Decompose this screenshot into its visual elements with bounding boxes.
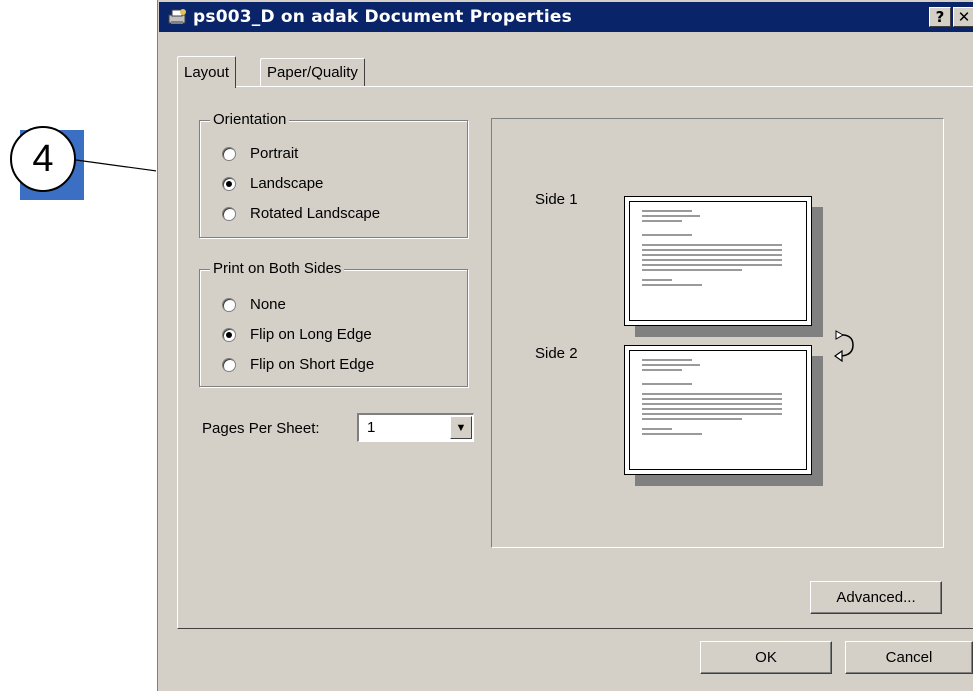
close-button[interactable]: ✕ [953, 7, 973, 27]
chevron-down-icon[interactable]: ▼ [450, 416, 472, 439]
side-2-label: Side 2 [535, 345, 578, 362]
radio-button-selected[interactable] [222, 176, 236, 191]
radio-label: None [250, 296, 286, 313]
radio-button-selected[interactable] [222, 327, 236, 342]
advanced-button[interactable]: Advanced... [810, 581, 942, 614]
radio-portrait[interactable]: Portrait [222, 145, 298, 162]
radio-label: Rotated Landscape [250, 205, 381, 222]
page-border [629, 201, 807, 321]
radio-label: Portrait [250, 145, 299, 162]
radio-landscape[interactable]: Landscape [222, 175, 323, 192]
close-icon: ✕ [957, 8, 971, 26]
orientation-group-label: Orientation [210, 111, 290, 128]
page-text-lines [642, 210, 782, 289]
flip-rotate-icon [833, 330, 854, 362]
radio-button[interactable] [222, 357, 236, 372]
tab-label: Paper/Quality [267, 64, 358, 81]
both-sides-group-label: Print on Both Sides [210, 260, 345, 277]
print-both-sides-group: Print on Both Sides None Flip on Long Ed… [199, 260, 468, 387]
page-text-lines [642, 359, 782, 438]
orientation-group: Orientation Portrait Landscape Rotated L… [199, 111, 468, 238]
side-2-page-preview [624, 345, 812, 475]
callout-number-badge: 4 [10, 126, 76, 192]
radio-flip-long-edge[interactable]: Flip on Long Edge [222, 326, 372, 343]
side-1-page-preview [624, 196, 812, 326]
ok-button[interactable]: OK [700, 641, 832, 674]
window-title: ps003_D on adak Document Properties [193, 7, 572, 27]
pages-per-sheet-select[interactable]: 1 ▼ [357, 413, 474, 442]
button-label: Cancel [885, 649, 933, 666]
title-bar[interactable]: ps003_D on adak Document Properties ? ✕ [159, 2, 973, 32]
callout-number: 4 [32, 137, 54, 180]
radio-button[interactable] [222, 146, 236, 161]
pages-per-sheet-label: Pages Per Sheet: [202, 420, 320, 437]
button-label: OK [755, 649, 777, 666]
side-1-label: Side 1 [535, 191, 578, 208]
select-value: 1 [367, 419, 376, 436]
help-button[interactable]: ? [929, 7, 951, 27]
cancel-button[interactable]: Cancel [845, 641, 973, 674]
radio-rotated-landscape[interactable]: Rotated Landscape [222, 205, 380, 222]
page-border [629, 350, 807, 470]
radio-button[interactable] [222, 297, 236, 312]
radio-none[interactable]: None [222, 296, 286, 313]
radio-label: Landscape [250, 175, 324, 192]
printer-icon [167, 7, 189, 27]
tab-layout[interactable]: Layout [177, 56, 237, 88]
help-label: ? [935, 8, 945, 26]
radio-label: Flip on Long Edge [250, 326, 372, 343]
radio-button[interactable] [222, 206, 236, 221]
radio-label: Flip on Short Edge [250, 356, 375, 373]
tab-paper-quality[interactable]: Paper/Quality [260, 58, 365, 86]
button-label: Advanced... [836, 589, 916, 606]
radio-flip-short-edge[interactable]: Flip on Short Edge [222, 356, 374, 373]
document-properties-dialog: ps003_D on adak Document Properties ? ✕ … [156, 0, 973, 691]
tab-label: Layout [184, 64, 230, 81]
